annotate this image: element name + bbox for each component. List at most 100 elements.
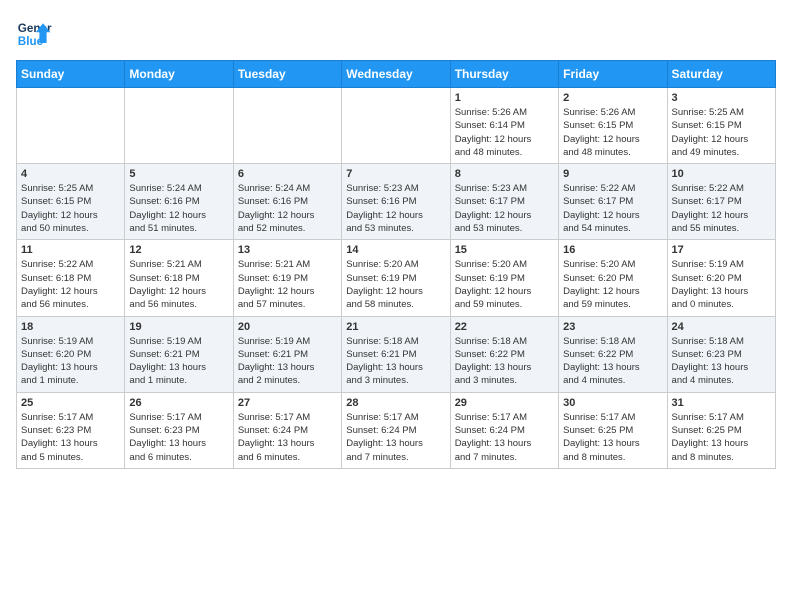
day-number: 23 bbox=[563, 321, 662, 333]
calendar-cell bbox=[125, 88, 233, 164]
calendar-cell: 24 Sunrise: 5:18 AM Sunset: 6:23 PM Dayli… bbox=[667, 316, 775, 392]
day-info: Sunrise: 5:23 AM Sunset: 6:16 PM Dayligh… bbox=[346, 182, 445, 235]
day-info: Sunrise: 5:17 AM Sunset: 6:25 PM Dayligh… bbox=[672, 411, 771, 464]
day-info: Sunrise: 5:17 AM Sunset: 6:24 PM Dayligh… bbox=[238, 411, 337, 464]
day-info: Sunrise: 5:20 AM Sunset: 6:19 PM Dayligh… bbox=[455, 258, 554, 311]
day-info: Sunrise: 5:19 AM Sunset: 6:21 PM Dayligh… bbox=[129, 335, 228, 388]
day-number: 30 bbox=[563, 397, 662, 409]
calendar-cell: 12Sunrise: 5:21 AM Sunset: 6:18 PM Dayli… bbox=[125, 240, 233, 316]
day-number: 7 bbox=[346, 168, 445, 180]
calendar-cell: 11 Sunrise: 5:22 AM Sunset: 6:18 PM Dayli… bbox=[17, 240, 125, 316]
day-number: 26 bbox=[129, 397, 228, 409]
weekday-header: Thursday bbox=[450, 61, 558, 88]
day-number: 13 bbox=[238, 244, 337, 256]
day-number: 11 bbox=[21, 244, 120, 256]
calendar-cell: 21Sunrise: 5:18 AM Sunset: 6:21 PM Dayli… bbox=[342, 316, 450, 392]
day-info: Sunrise: 5:17 AM Sunset: 6:24 PM Dayligh… bbox=[455, 411, 554, 464]
calendar-cell bbox=[233, 88, 341, 164]
calendar-table: SundayMondayTuesdayWednesdayThursdayFrid… bbox=[16, 60, 776, 469]
calendar-cell: 10 Sunrise: 5:22 AM Sunset: 6:17 PM Dayli… bbox=[667, 164, 775, 240]
calendar-cell: 1Sunrise: 5:26 AM Sunset: 6:14 PM Daylig… bbox=[450, 88, 558, 164]
day-info: Sunrise: 5:19 AM Sunset: 6:20 PM Dayligh… bbox=[672, 258, 771, 311]
day-info: Sunrise: 5:20 AM Sunset: 6:19 PM Dayligh… bbox=[346, 258, 445, 311]
calendar-cell: 3 Sunrise: 5:25 AM Sunset: 6:15 PM Daylig… bbox=[667, 88, 775, 164]
day-number: 25 bbox=[21, 397, 120, 409]
day-number: 14 bbox=[346, 244, 445, 256]
day-number: 28 bbox=[346, 397, 445, 409]
day-info: Sunrise: 5:18 AM Sunset: 6:22 PM Dayligh… bbox=[455, 335, 554, 388]
day-number: 24 bbox=[672, 321, 771, 333]
calendar-cell: 16 Sunrise: 5:20 AM Sunset: 6:20 PM Dayli… bbox=[559, 240, 667, 316]
calendar-cell: 9 Sunrise: 5:22 AM Sunset: 6:17 PM Daylig… bbox=[559, 164, 667, 240]
day-info: Sunrise: 5:19 AM Sunset: 6:21 PM Dayligh… bbox=[238, 335, 337, 388]
day-info: Sunrise: 5:22 AM Sunset: 6:18 PM Dayligh… bbox=[21, 258, 120, 311]
day-number: 9 bbox=[563, 168, 662, 180]
weekday-header: Tuesday bbox=[233, 61, 341, 88]
calendar-cell: 20 Sunrise: 5:19 AM Sunset: 6:21 PM Dayli… bbox=[233, 316, 341, 392]
calendar-week-row: 1Sunrise: 5:26 AM Sunset: 6:14 PM Daylig… bbox=[17, 88, 776, 164]
calendar-week-row: 4Sunrise: 5:25 AM Sunset: 6:15 PM Daylig… bbox=[17, 164, 776, 240]
day-info: Sunrise: 5:23 AM Sunset: 6:17 PM Dayligh… bbox=[455, 182, 554, 235]
day-number: 20 bbox=[238, 321, 337, 333]
day-number: 31 bbox=[672, 397, 771, 409]
calendar-cell: 18 Sunrise: 5:19 AM Sunset: 6:20 PM Dayli… bbox=[17, 316, 125, 392]
day-number: 2 bbox=[563, 92, 662, 104]
day-number: 27 bbox=[238, 397, 337, 409]
day-number: 29 bbox=[455, 397, 554, 409]
calendar-cell: 5Sunrise: 5:24 AM Sunset: 6:16 PM Daylig… bbox=[125, 164, 233, 240]
day-info: Sunrise: 5:22 AM Sunset: 6:17 PM Dayligh… bbox=[672, 182, 771, 235]
calendar-cell: 22 Sunrise: 5:18 AM Sunset: 6:22 PM Dayli… bbox=[450, 316, 558, 392]
day-number: 4 bbox=[21, 168, 120, 180]
day-info: Sunrise: 5:19 AM Sunset: 6:20 PM Dayligh… bbox=[21, 335, 120, 388]
calendar-cell: 30Sunrise: 5:17 AM Sunset: 6:25 PM Dayli… bbox=[559, 392, 667, 468]
calendar-week-row: 18 Sunrise: 5:19 AM Sunset: 6:20 PM Dayli… bbox=[17, 316, 776, 392]
weekday-header: Wednesday bbox=[342, 61, 450, 88]
calendar-cell: 2 Sunrise: 5:26 AM Sunset: 6:15 PM Daylig… bbox=[559, 88, 667, 164]
calendar-cell: 17 Sunrise: 5:19 AM Sunset: 6:20 PM Dayli… bbox=[667, 240, 775, 316]
weekday-header: Monday bbox=[125, 61, 233, 88]
day-info: Sunrise: 5:18 AM Sunset: 6:22 PM Dayligh… bbox=[563, 335, 662, 388]
day-info: Sunrise: 5:22 AM Sunset: 6:17 PM Dayligh… bbox=[563, 182, 662, 235]
day-info: Sunrise: 5:24 AM Sunset: 6:16 PM Dayligh… bbox=[129, 182, 228, 235]
day-number: 3 bbox=[672, 92, 771, 104]
weekday-header: Sunday bbox=[17, 61, 125, 88]
day-number: 21 bbox=[346, 321, 445, 333]
day-number: 16 bbox=[563, 244, 662, 256]
day-info: Sunrise: 5:17 AM Sunset: 6:23 PM Dayligh… bbox=[21, 411, 120, 464]
calendar-cell: 29 Sunrise: 5:17 AM Sunset: 6:24 PM Dayli… bbox=[450, 392, 558, 468]
day-number: 8 bbox=[455, 168, 554, 180]
calendar-cell: 23 Sunrise: 5:18 AM Sunset: 6:22 PM Dayli… bbox=[559, 316, 667, 392]
calendar-cell: 14 Sunrise: 5:20 AM Sunset: 6:19 PM Dayli… bbox=[342, 240, 450, 316]
calendar-cell: 7 Sunrise: 5:23 AM Sunset: 6:16 PM Daylig… bbox=[342, 164, 450, 240]
day-info: Sunrise: 5:17 AM Sunset: 6:23 PM Dayligh… bbox=[129, 411, 228, 464]
calendar-cell: 6 Sunrise: 5:24 AM Sunset: 6:16 PM Daylig… bbox=[233, 164, 341, 240]
calendar-header-row: SundayMondayTuesdayWednesdayThursdayFrid… bbox=[17, 61, 776, 88]
calendar-cell: 8 Sunrise: 5:23 AM Sunset: 6:17 PM Daylig… bbox=[450, 164, 558, 240]
day-info: Sunrise: 5:17 AM Sunset: 6:24 PM Dayligh… bbox=[346, 411, 445, 464]
calendar-cell: 19 Sunrise: 5:19 AM Sunset: 6:21 PM Dayli… bbox=[125, 316, 233, 392]
calendar-cell: 13Sunrise: 5:21 AM Sunset: 6:19 PM Dayli… bbox=[233, 240, 341, 316]
day-number: 6 bbox=[238, 168, 337, 180]
day-info: Sunrise: 5:20 AM Sunset: 6:20 PM Dayligh… bbox=[563, 258, 662, 311]
calendar-cell: 25 Sunrise: 5:17 AM Sunset: 6:23 PM Dayli… bbox=[17, 392, 125, 468]
calendar-cell: 27 Sunrise: 5:17 AM Sunset: 6:24 PM Dayli… bbox=[233, 392, 341, 468]
day-number: 18 bbox=[21, 321, 120, 333]
weekday-header: Friday bbox=[559, 61, 667, 88]
day-info: Sunrise: 5:24 AM Sunset: 6:16 PM Dayligh… bbox=[238, 182, 337, 235]
calendar-cell: 28 Sunrise: 5:17 AM Sunset: 6:24 PM Dayli… bbox=[342, 392, 450, 468]
day-number: 1 bbox=[455, 92, 554, 104]
day-number: 17 bbox=[672, 244, 771, 256]
calendar-cell bbox=[17, 88, 125, 164]
day-number: 22 bbox=[455, 321, 554, 333]
day-number: 10 bbox=[672, 168, 771, 180]
day-info: Sunrise: 5:18 AM Sunset: 6:23 PM Dayligh… bbox=[672, 335, 771, 388]
day-info: Sunrise: 5:25 AM Sunset: 6:15 PM Dayligh… bbox=[672, 106, 771, 159]
weekday-header: Saturday bbox=[667, 61, 775, 88]
calendar-week-row: 25 Sunrise: 5:17 AM Sunset: 6:23 PM Dayli… bbox=[17, 392, 776, 468]
logo: General Blue bbox=[16, 16, 52, 52]
page-header: General Blue bbox=[16, 16, 776, 52]
day-info: Sunrise: 5:26 AM Sunset: 6:15 PM Dayligh… bbox=[563, 106, 662, 159]
day-number: 19 bbox=[129, 321, 228, 333]
calendar-cell: 31 Sunrise: 5:17 AM Sunset: 6:25 PM Dayli… bbox=[667, 392, 775, 468]
calendar-cell bbox=[342, 88, 450, 164]
